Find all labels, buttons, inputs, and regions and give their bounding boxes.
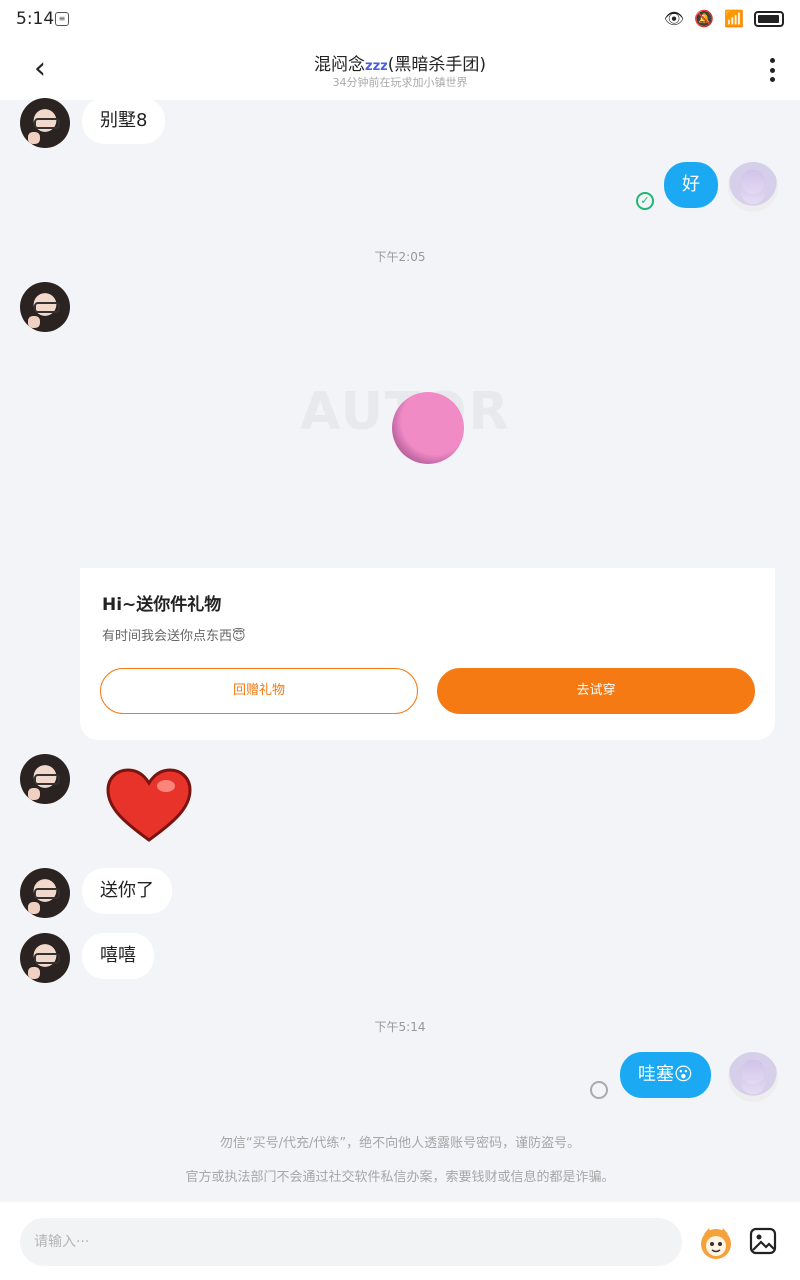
gift-preview[interactable]: AUTOR [80, 282, 775, 568]
contact-avatar[interactable] [20, 868, 70, 918]
more-options-button[interactable] [764, 54, 780, 86]
sleep-zzz: zzz [365, 59, 388, 74]
contact-avatar[interactable] [20, 98, 70, 148]
sending-status-icon [590, 1081, 608, 1099]
safety-notice: 勿信“买号/代充/代练”，绝不向他人透露账号密码，谨防盗号。 [219, 1136, 581, 1151]
gift-card-description: 有时间我会送你点东西😇 [102, 629, 246, 644]
chat-subtitle: 34分钟前在玩求加小镇世界 [332, 76, 468, 89]
gift-card-title: Hi~送你件礼物 [102, 595, 222, 615]
chat-header: ‹ 混闷念zzz(黑暗杀手团) 34分钟前在玩求加小镇世界 [0, 40, 800, 100]
gift-card[interactable]: AUTOR Hi~送你件礼物 有时间我会送你点东西😇 回赠礼物 去试穿 [80, 282, 775, 740]
image-picker-icon[interactable] [748, 1226, 778, 1256]
message-bubble[interactable]: 送你了 [82, 868, 172, 914]
heart-sticker-icon[interactable] [104, 766, 194, 846]
status-icons: 👁 🔕 📶 [664, 9, 784, 28]
timestamp: 下午5:14 [374, 1020, 426, 1034]
notification-icon: ≡ [55, 12, 69, 26]
message-bubble[interactable]: 别墅8 [82, 98, 166, 144]
eye-icon: 👁 [663, 9, 685, 28]
message-input[interactable] [20, 1218, 682, 1266]
chat-title-suffix: (黑暗杀手团) [387, 55, 486, 75]
my-message-bubble[interactable]: 好 [664, 162, 718, 208]
my-avatar[interactable] [728, 162, 778, 212]
input-bar [0, 1202, 800, 1280]
status-time: 5:14 [16, 9, 55, 29]
return-gift-button[interactable]: 回赠礼物 [100, 668, 418, 714]
chat-title-name: 混闷念 [314, 55, 366, 75]
read-check-icon: ✓ [636, 192, 654, 210]
timestamp: 下午2:05 [374, 250, 426, 264]
safety-notice: 官方或执法部门不会通过社交软件私信办案，索要钱财或信息的都是诈骗。 [185, 1170, 615, 1185]
chat-title: 混闷念zzz(黑暗杀手团) [0, 50, 800, 75]
contact-avatar[interactable] [20, 282, 70, 332]
wifi-icon: 📶 [724, 9, 744, 28]
try-on-button[interactable]: 去试穿 [437, 668, 755, 714]
contact-avatar[interactable] [20, 754, 70, 804]
bell-muted-icon: 🔕 [694, 9, 715, 28]
emoji-mascot-icon[interactable] [697, 1224, 735, 1262]
my-avatar[interactable] [728, 1052, 778, 1102]
message-input-box[interactable] [20, 1218, 682, 1266]
message-bubble[interactable]: 嘻嘻 [82, 933, 154, 979]
battery-icon [754, 10, 784, 27]
loading-orb-icon [392, 392, 464, 464]
my-message-bubble[interactable]: 哇塞😮 [620, 1052, 711, 1098]
status-bar: 5:14 ≡ 👁 🔕 📶 [0, 0, 800, 40]
contact-avatar[interactable] [20, 933, 70, 983]
